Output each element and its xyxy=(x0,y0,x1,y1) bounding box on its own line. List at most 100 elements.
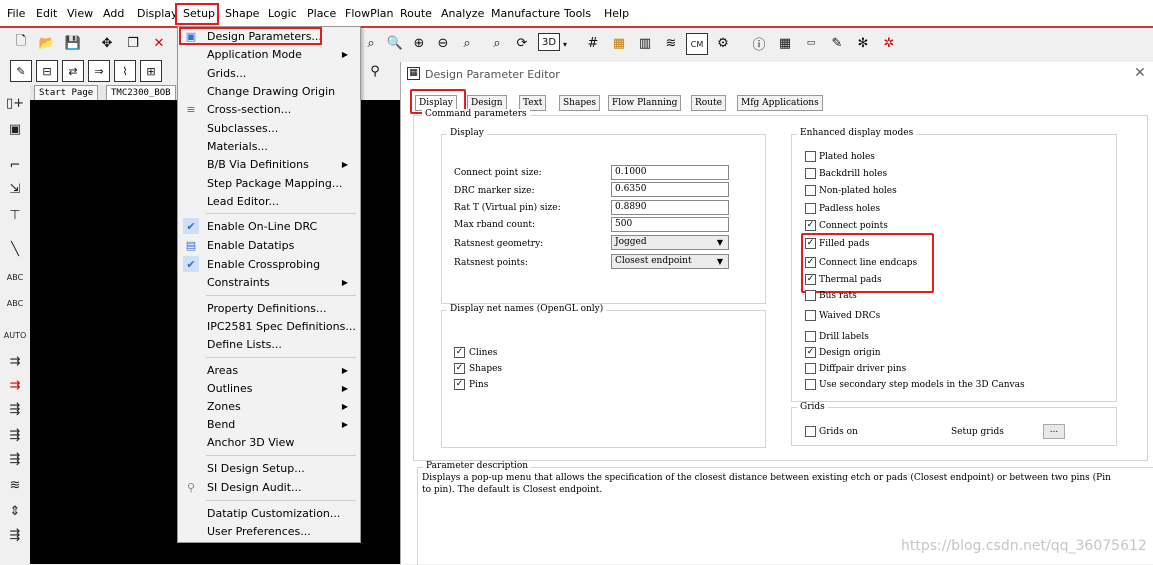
measure-icon[interactable]: ▭ xyxy=(800,32,822,54)
menu-tools[interactable]: Tools xyxy=(564,7,591,20)
drc-marker-size-input[interactable]: 0.6350 xyxy=(611,182,729,197)
menu-help[interactable]: Help xyxy=(604,7,629,20)
route-merge-icon[interactable]: ⇶ xyxy=(3,524,27,546)
component-icon[interactable]: ▣ xyxy=(3,118,27,140)
menu-item-outlines[interactable]: Outlines xyxy=(207,382,253,395)
connect-points-checkbox[interactable]: ✓ xyxy=(805,220,816,231)
menu-manufacture[interactable]: Manufacture xyxy=(491,7,560,20)
zoom-window-icon[interactable]: 🔍 xyxy=(384,32,406,54)
3d-view-icon[interactable]: 3D xyxy=(538,33,560,51)
clines-checkbox[interactable]: ✓ xyxy=(454,347,465,358)
menu-item-bend[interactable]: Bend xyxy=(207,418,235,431)
menu-item-enable-crossprobing[interactable]: Enable Crossprobing xyxy=(207,258,320,271)
menu-analyze[interactable]: Analyze xyxy=(441,7,484,20)
menu-edit[interactable]: Edit xyxy=(36,7,57,20)
tab-route[interactable]: Route xyxy=(691,95,726,111)
tool-route-icon[interactable]: ⇒ xyxy=(88,60,110,82)
zoom-in-icon[interactable]: ⊕ xyxy=(408,32,430,54)
menu-item-change-drawing-origin[interactable]: Change Drawing Origin xyxy=(207,85,335,98)
rat-t-size-input[interactable]: 0.8890 xyxy=(611,200,729,215)
menu-item-application-mode[interactable]: Application Mode xyxy=(207,48,302,61)
add-connect-icon[interactable]: ⌐ xyxy=(3,154,27,176)
zoom-select-icon[interactable]: ⌕ xyxy=(486,32,508,54)
menu-item-enable-online-drc[interactable]: Enable On-Line DRC xyxy=(207,220,317,233)
zoom-fit-icon[interactable]: ⌕ xyxy=(360,32,382,54)
zoom-out-icon[interactable]: ⊖ xyxy=(432,32,454,54)
waived-drcs-checkbox[interactable] xyxy=(805,310,816,321)
bus-rats-checkbox[interactable] xyxy=(805,290,816,301)
menu-item-bb-via-definitions[interactable]: B/B Via Definitions xyxy=(207,158,309,171)
tool-edit-icon[interactable]: ✎ xyxy=(10,60,32,82)
ratsnest-points-select[interactable]: Closest endpoint ▼ xyxy=(611,254,729,269)
max-rband-count-input[interactable]: 500 xyxy=(611,217,729,232)
menu-item-property-definitions[interactable]: Property Definitions... xyxy=(207,302,327,315)
settings-icon[interactable]: ⚙ xyxy=(712,32,734,54)
add-text-icon[interactable]: ABC xyxy=(3,266,27,288)
menu-item-enable-datatips[interactable]: Enable Datatips xyxy=(207,239,294,252)
menu-item-cross-section[interactable]: Cross-section... xyxy=(207,103,291,116)
tab-mfg-applications[interactable]: Mfg Applications xyxy=(737,95,823,111)
tab-flow-planning[interactable]: Flow Planning xyxy=(608,95,682,111)
shapes-checkbox[interactable]: ✓ xyxy=(454,363,465,374)
plated-holes-checkbox[interactable] xyxy=(805,151,816,162)
chevron-down-icon[interactable]: ▾ xyxy=(560,33,570,55)
menu-file[interactable]: File xyxy=(7,7,25,20)
add-pin-icon[interactable]: ▯+ xyxy=(3,92,27,114)
tool-pin-icon[interactable]: ⊟ xyxy=(36,60,58,82)
menu-item-si-design-audit[interactable]: SI Design Audit... xyxy=(207,481,302,494)
menu-item-step-package-mapping[interactable]: Step Package Mapping... xyxy=(207,177,342,190)
pins-checkbox[interactable]: ✓ xyxy=(454,379,465,390)
info-icon[interactable]: ⓘ xyxy=(748,32,770,54)
copy-icon[interactable]: ❐ xyxy=(122,32,144,54)
zoom-prev-icon[interactable]: ⌕ xyxy=(456,32,478,54)
grid-icon[interactable]: # xyxy=(582,32,604,54)
menu-item-ipc2581-spec[interactable]: IPC2581 Spec Definitions... xyxy=(207,320,356,333)
save-icon[interactable]: 💾 xyxy=(62,32,84,54)
grids-on-checkbox[interactable] xyxy=(805,426,816,437)
move-icon[interactable]: ✥ xyxy=(96,32,118,54)
route-edit-icon[interactable]: ⇶ xyxy=(3,398,27,420)
route-spread-icon[interactable]: ≋ xyxy=(3,474,27,496)
menu-item-materials[interactable]: Materials... xyxy=(207,140,268,153)
cm-icon[interactable]: CM xyxy=(686,33,708,55)
color-icon[interactable]: ▦ xyxy=(608,32,630,54)
menu-flowplan[interactable]: FlowPlan xyxy=(345,7,394,20)
menu-view[interactable]: View xyxy=(67,7,93,20)
setup-grids-button[interactable]: ... xyxy=(1043,424,1065,439)
close-icon[interactable]: ✕ xyxy=(1134,65,1146,81)
route-gap-icon[interactable]: ⇕ xyxy=(3,500,27,522)
menu-item-user-preferences[interactable]: User Preferences... xyxy=(207,525,311,538)
brush-icon[interactable]: ✎ xyxy=(826,32,848,54)
snowflake-icon[interactable]: ✻ xyxy=(852,32,874,54)
tool-grid-icon[interactable]: ⊞ xyxy=(140,60,162,82)
menu-item-datatip-customization[interactable]: Datatip Customization... xyxy=(207,507,340,520)
menu-item-lead-editor[interactable]: Lead Editor... xyxy=(207,195,279,208)
drill-labels-checkbox[interactable] xyxy=(805,331,816,342)
auto-route-icon[interactable]: AUTO xyxy=(3,324,27,346)
backdrill-holes-checkbox[interactable] xyxy=(805,168,816,179)
fanout-icon[interactable]: ⊤ xyxy=(3,204,27,226)
unrats-icon[interactable]: ✲ xyxy=(878,32,900,54)
edit-text-icon[interactable]: ABC xyxy=(3,292,27,314)
menu-item-areas[interactable]: Areas xyxy=(207,364,238,377)
padless-holes-checkbox[interactable] xyxy=(805,203,816,214)
menu-shape[interactable]: Shape xyxy=(225,7,259,20)
tool-graph-icon[interactable]: ⌇ xyxy=(114,60,136,82)
stack-icon[interactable]: ≋ xyxy=(660,32,682,54)
line-icon[interactable]: ╲ xyxy=(3,238,27,260)
menu-item-zones[interactable]: Zones xyxy=(207,400,241,413)
route-add-icon[interactable]: ⇉ xyxy=(3,350,27,372)
tab-shapes[interactable]: Shapes xyxy=(559,95,601,111)
new-icon[interactable]: 🗋 xyxy=(10,32,32,54)
route-tune-icon[interactable]: ⇶ xyxy=(3,448,27,470)
connect-point-size-input[interactable]: 0.1000 xyxy=(611,165,729,180)
secondary-step-models-checkbox[interactable] xyxy=(805,379,816,390)
slide-icon[interactable]: ⇲ xyxy=(3,178,27,200)
ratsnest-geometry-select[interactable]: Jogged ▼ xyxy=(611,235,729,250)
non-plated-holes-checkbox[interactable] xyxy=(805,185,816,196)
redraw-icon[interactable]: ⟳ xyxy=(511,32,533,54)
layer-visibility-icon[interactable]: ▥ xyxy=(634,32,656,54)
design-origin-checkbox[interactable]: ✓ xyxy=(805,347,816,358)
table-icon[interactable]: ▦ xyxy=(774,32,796,54)
menu-item-constraints[interactable]: Constraints xyxy=(207,276,270,289)
